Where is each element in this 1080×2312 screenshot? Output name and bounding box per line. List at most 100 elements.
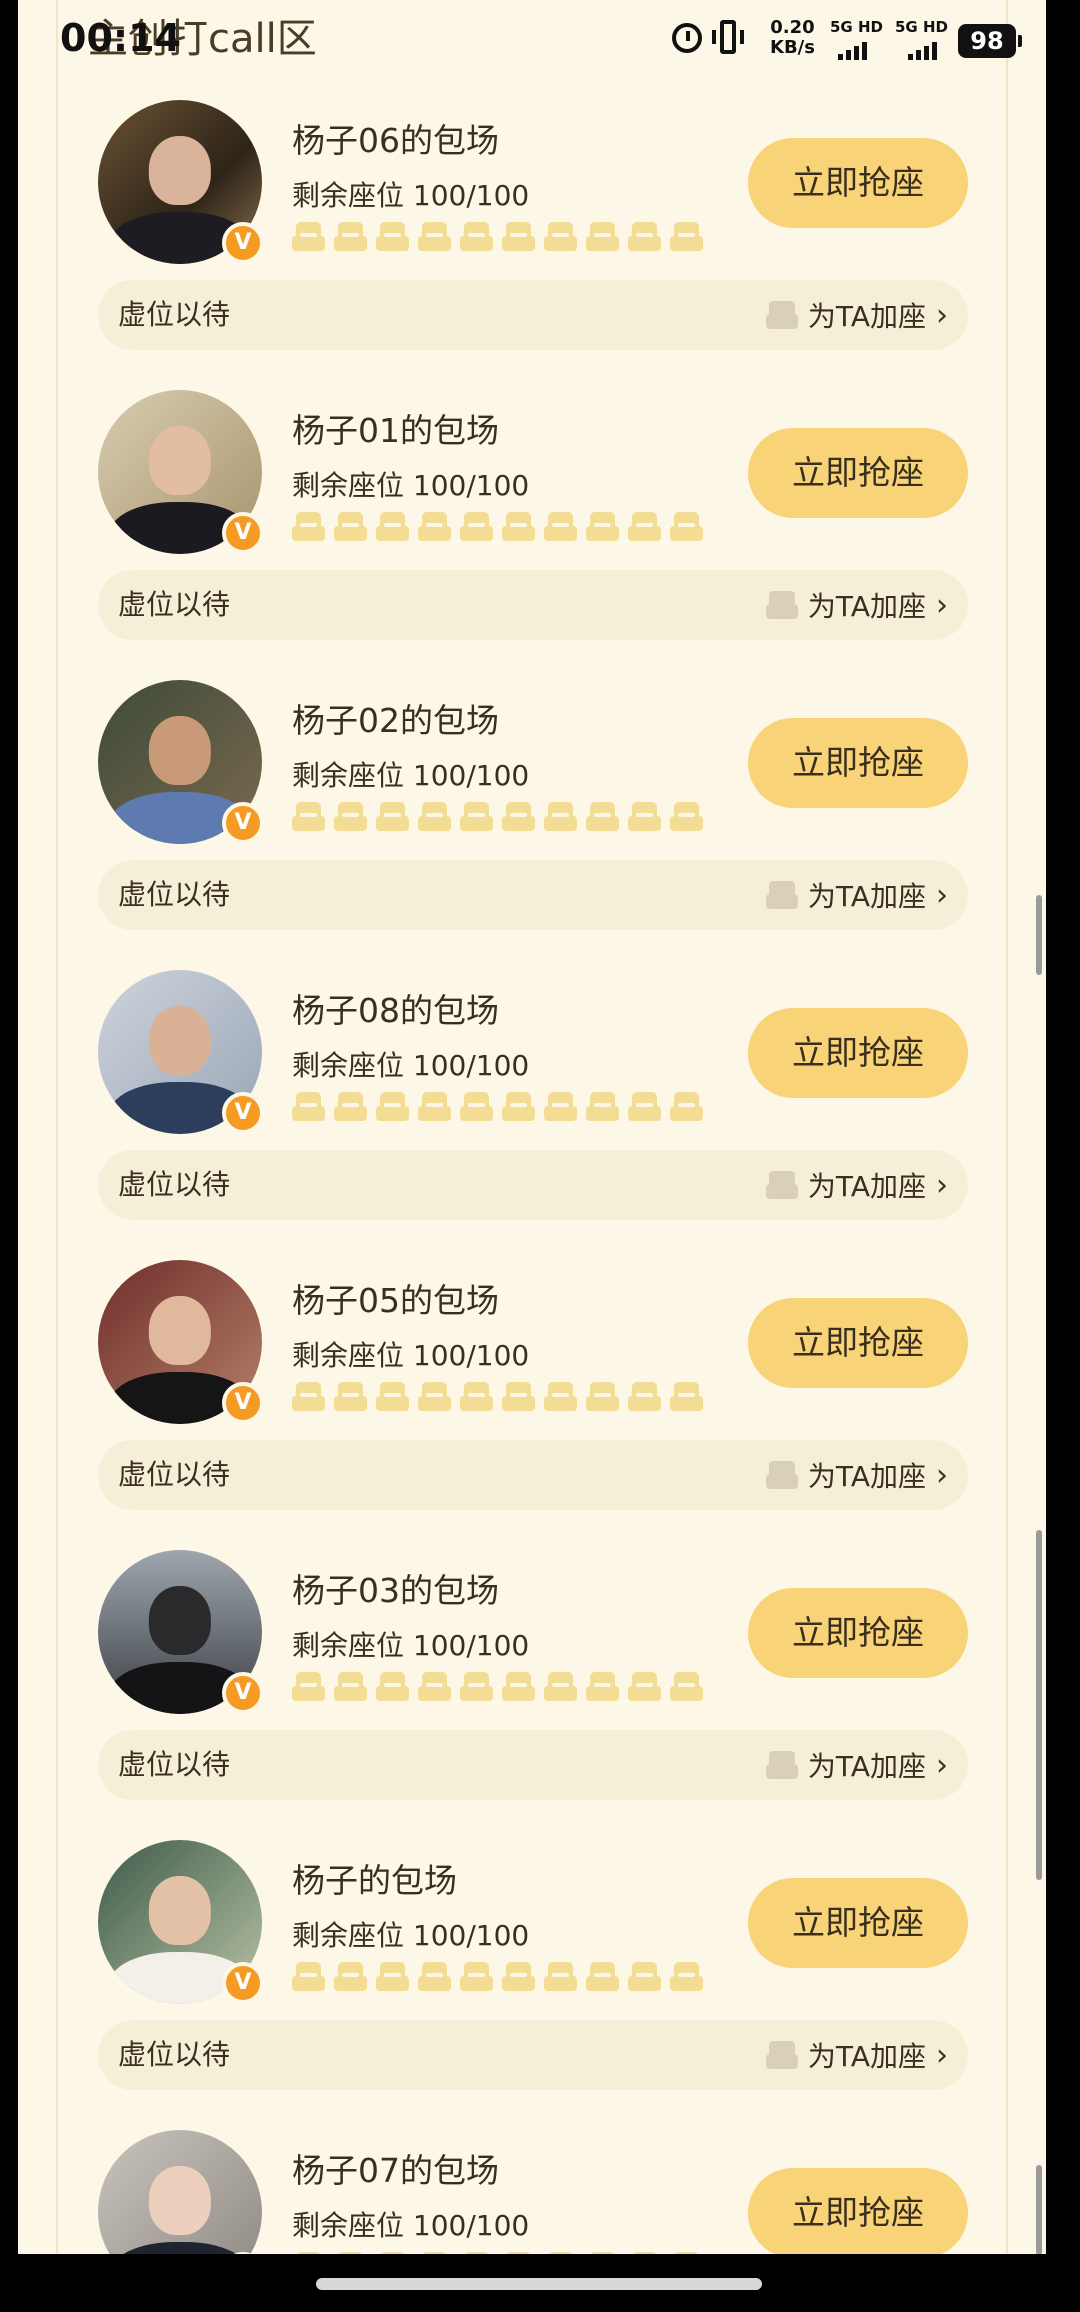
seat-icon (418, 1092, 451, 1121)
add-seat-button[interactable]: 为TA加座 › (765, 1150, 948, 1220)
seat-icon (460, 1672, 493, 1701)
seat-icon (460, 222, 493, 251)
seat-icon (628, 222, 661, 251)
grab-seat-button[interactable]: 立即抢座 (748, 428, 968, 518)
reserve-bar: 虚位以待 为TA加座 › (98, 1440, 968, 1510)
home-indicator[interactable] (316, 2278, 762, 2290)
reserve-bar: 虚位以待 为TA加座 › (98, 1150, 968, 1220)
sofa-icon (765, 881, 798, 909)
scrollbar-thumb[interactable] (1036, 1530, 1042, 1880)
remaining-seats: 剩余座位 100/100 (292, 1629, 530, 1662)
add-seat-label: 为TA加座 (807, 1460, 926, 1493)
grab-seat-button[interactable]: 立即抢座 (748, 1588, 968, 1678)
seat-icon (376, 1962, 409, 1991)
seat-icon (670, 222, 703, 251)
status-bar: 主创打call区 00:14 0.20 KB/s 5G HD 5G HD 98 (0, 0, 1046, 80)
verified-badge-icon: V (222, 1092, 264, 1134)
add-seat-label: 为TA加座 (807, 1170, 926, 1203)
reserve-bar: 虚位以待 为TA加座 › (98, 570, 968, 640)
screening-title: 杨子的包场 (292, 1861, 457, 1900)
seat-icon (502, 1962, 535, 1991)
screening-card: V 杨子03的包场 剩余座位 100/100 立即抢座 虚位以待 为TA加座 › (18, 1550, 1046, 1840)
screening-card: V 杨子05的包场 剩余座位 100/100 立即抢座 虚位以待 为TA加座 › (18, 1260, 1046, 1550)
seat-icon (586, 1672, 619, 1701)
screening-card: V 杨子08的包场 剩余座位 100/100 立即抢座 虚位以待 为TA加座 › (18, 970, 1046, 1260)
seat-row (292, 512, 703, 541)
screening-title: 杨子02的包场 (292, 701, 499, 740)
add-seat-button[interactable]: 为TA加座 › (765, 280, 948, 350)
add-seat-button[interactable]: 为TA加座 › (765, 860, 948, 930)
seat-icon (418, 2252, 451, 2254)
seat-icon (628, 2252, 661, 2254)
seat-icon (376, 2252, 409, 2254)
grab-seat-button[interactable]: 立即抢座 (748, 2168, 968, 2254)
chevron-right-icon: › (936, 877, 948, 913)
seat-icon (334, 1092, 367, 1121)
seat-icon (418, 1672, 451, 1701)
network-speed-unit: KB/s (770, 37, 815, 58)
seat-icon (544, 222, 577, 251)
grab-seat-button[interactable]: 立即抢座 (748, 1008, 968, 1098)
add-seat-label: 为TA加座 (807, 300, 926, 333)
reserve-label: 虚位以待 (118, 588, 231, 621)
seat-row (292, 222, 703, 251)
grab-seat-button[interactable]: 立即抢座 (748, 138, 968, 228)
add-seat-label: 为TA加座 (807, 880, 926, 913)
sim2-signal-icon (908, 40, 937, 60)
seat-icon (628, 1962, 661, 1991)
seat-icon (544, 2252, 577, 2254)
seat-icon (292, 2252, 325, 2254)
seat-row (292, 1092, 703, 1121)
seat-icon (292, 802, 325, 831)
seat-icon (418, 802, 451, 831)
seat-icon (544, 1092, 577, 1121)
seat-icon (334, 1382, 367, 1411)
screening-title: 杨子03的包场 (292, 1571, 499, 1610)
sofa-icon (765, 1461, 798, 1489)
sim1-signal-icon (838, 40, 867, 60)
chevron-right-icon: › (936, 1457, 948, 1493)
clock: 00:14 (60, 16, 181, 60)
seat-icon (292, 222, 325, 251)
verified-badge-icon: V (222, 1382, 264, 1424)
seat-icon (376, 1092, 409, 1121)
remaining-seats: 剩余座位 100/100 (292, 1339, 530, 1372)
reserve-bar: 虚位以待 为TA加座 › (98, 280, 968, 350)
seat-row (292, 1962, 703, 1991)
seat-icon (502, 1382, 535, 1411)
scrollbar-thumb[interactable] (1036, 895, 1042, 975)
screening-card: V 杨子06的包场 剩余座位 100/100 立即抢座 虚位以待 为TA加座 › (18, 100, 1046, 390)
add-seat-button[interactable]: 为TA加座 › (765, 570, 948, 640)
screen: V 杨子06的包场 剩余座位 100/100 立即抢座 虚位以待 为TA加座 › V 杨子01的… (0, 0, 1046, 2254)
seat-icon (544, 1962, 577, 1991)
seat-icon (418, 1382, 451, 1411)
card-list[interactable]: V 杨子06的包场 剩余座位 100/100 立即抢座 虚位以待 为TA加座 › V 杨子01的… (18, 0, 1046, 2254)
seat-icon (502, 1092, 535, 1121)
seat-icon (460, 2252, 493, 2254)
scrollbar-thumb[interactable] (1036, 2165, 1042, 2254)
seat-icon (334, 802, 367, 831)
reserve-label: 虚位以待 (118, 1748, 231, 1781)
add-seat-button[interactable]: 为TA加座 › (765, 1440, 948, 1510)
screening-title: 杨子01的包场 (292, 411, 499, 450)
host-avatar[interactable] (98, 2130, 262, 2254)
seat-icon (292, 1092, 325, 1121)
battery-indicator: 98 (958, 24, 1022, 58)
seat-icon (334, 1962, 367, 1991)
grab-seat-button[interactable]: 立即抢座 (748, 718, 968, 808)
network-speed-value: 0.20 (770, 17, 815, 38)
seat-icon (586, 512, 619, 541)
seat-icon (670, 2252, 703, 2254)
add-seat-button[interactable]: 为TA加座 › (765, 1730, 948, 1800)
remaining-seats: 剩余座位 100/100 (292, 759, 530, 792)
seat-icon (460, 802, 493, 831)
grab-seat-button[interactable]: 立即抢座 (748, 1298, 968, 1388)
screening-card: V 杨子的包场 剩余座位 100/100 立即抢座 虚位以待 为TA加座 › (18, 1840, 1046, 2130)
reserve-label: 虚位以待 (118, 298, 231, 331)
scrollbar[interactable] (1036, 0, 1042, 2254)
screening-title: 杨子06的包场 (292, 121, 499, 160)
add-seat-button[interactable]: 为TA加座 › (765, 2020, 948, 2090)
reserve-bar: 虚位以待 为TA加座 › (98, 860, 968, 930)
grab-seat-button[interactable]: 立即抢座 (748, 1878, 968, 1968)
reserve-label: 虚位以待 (118, 2038, 231, 2071)
